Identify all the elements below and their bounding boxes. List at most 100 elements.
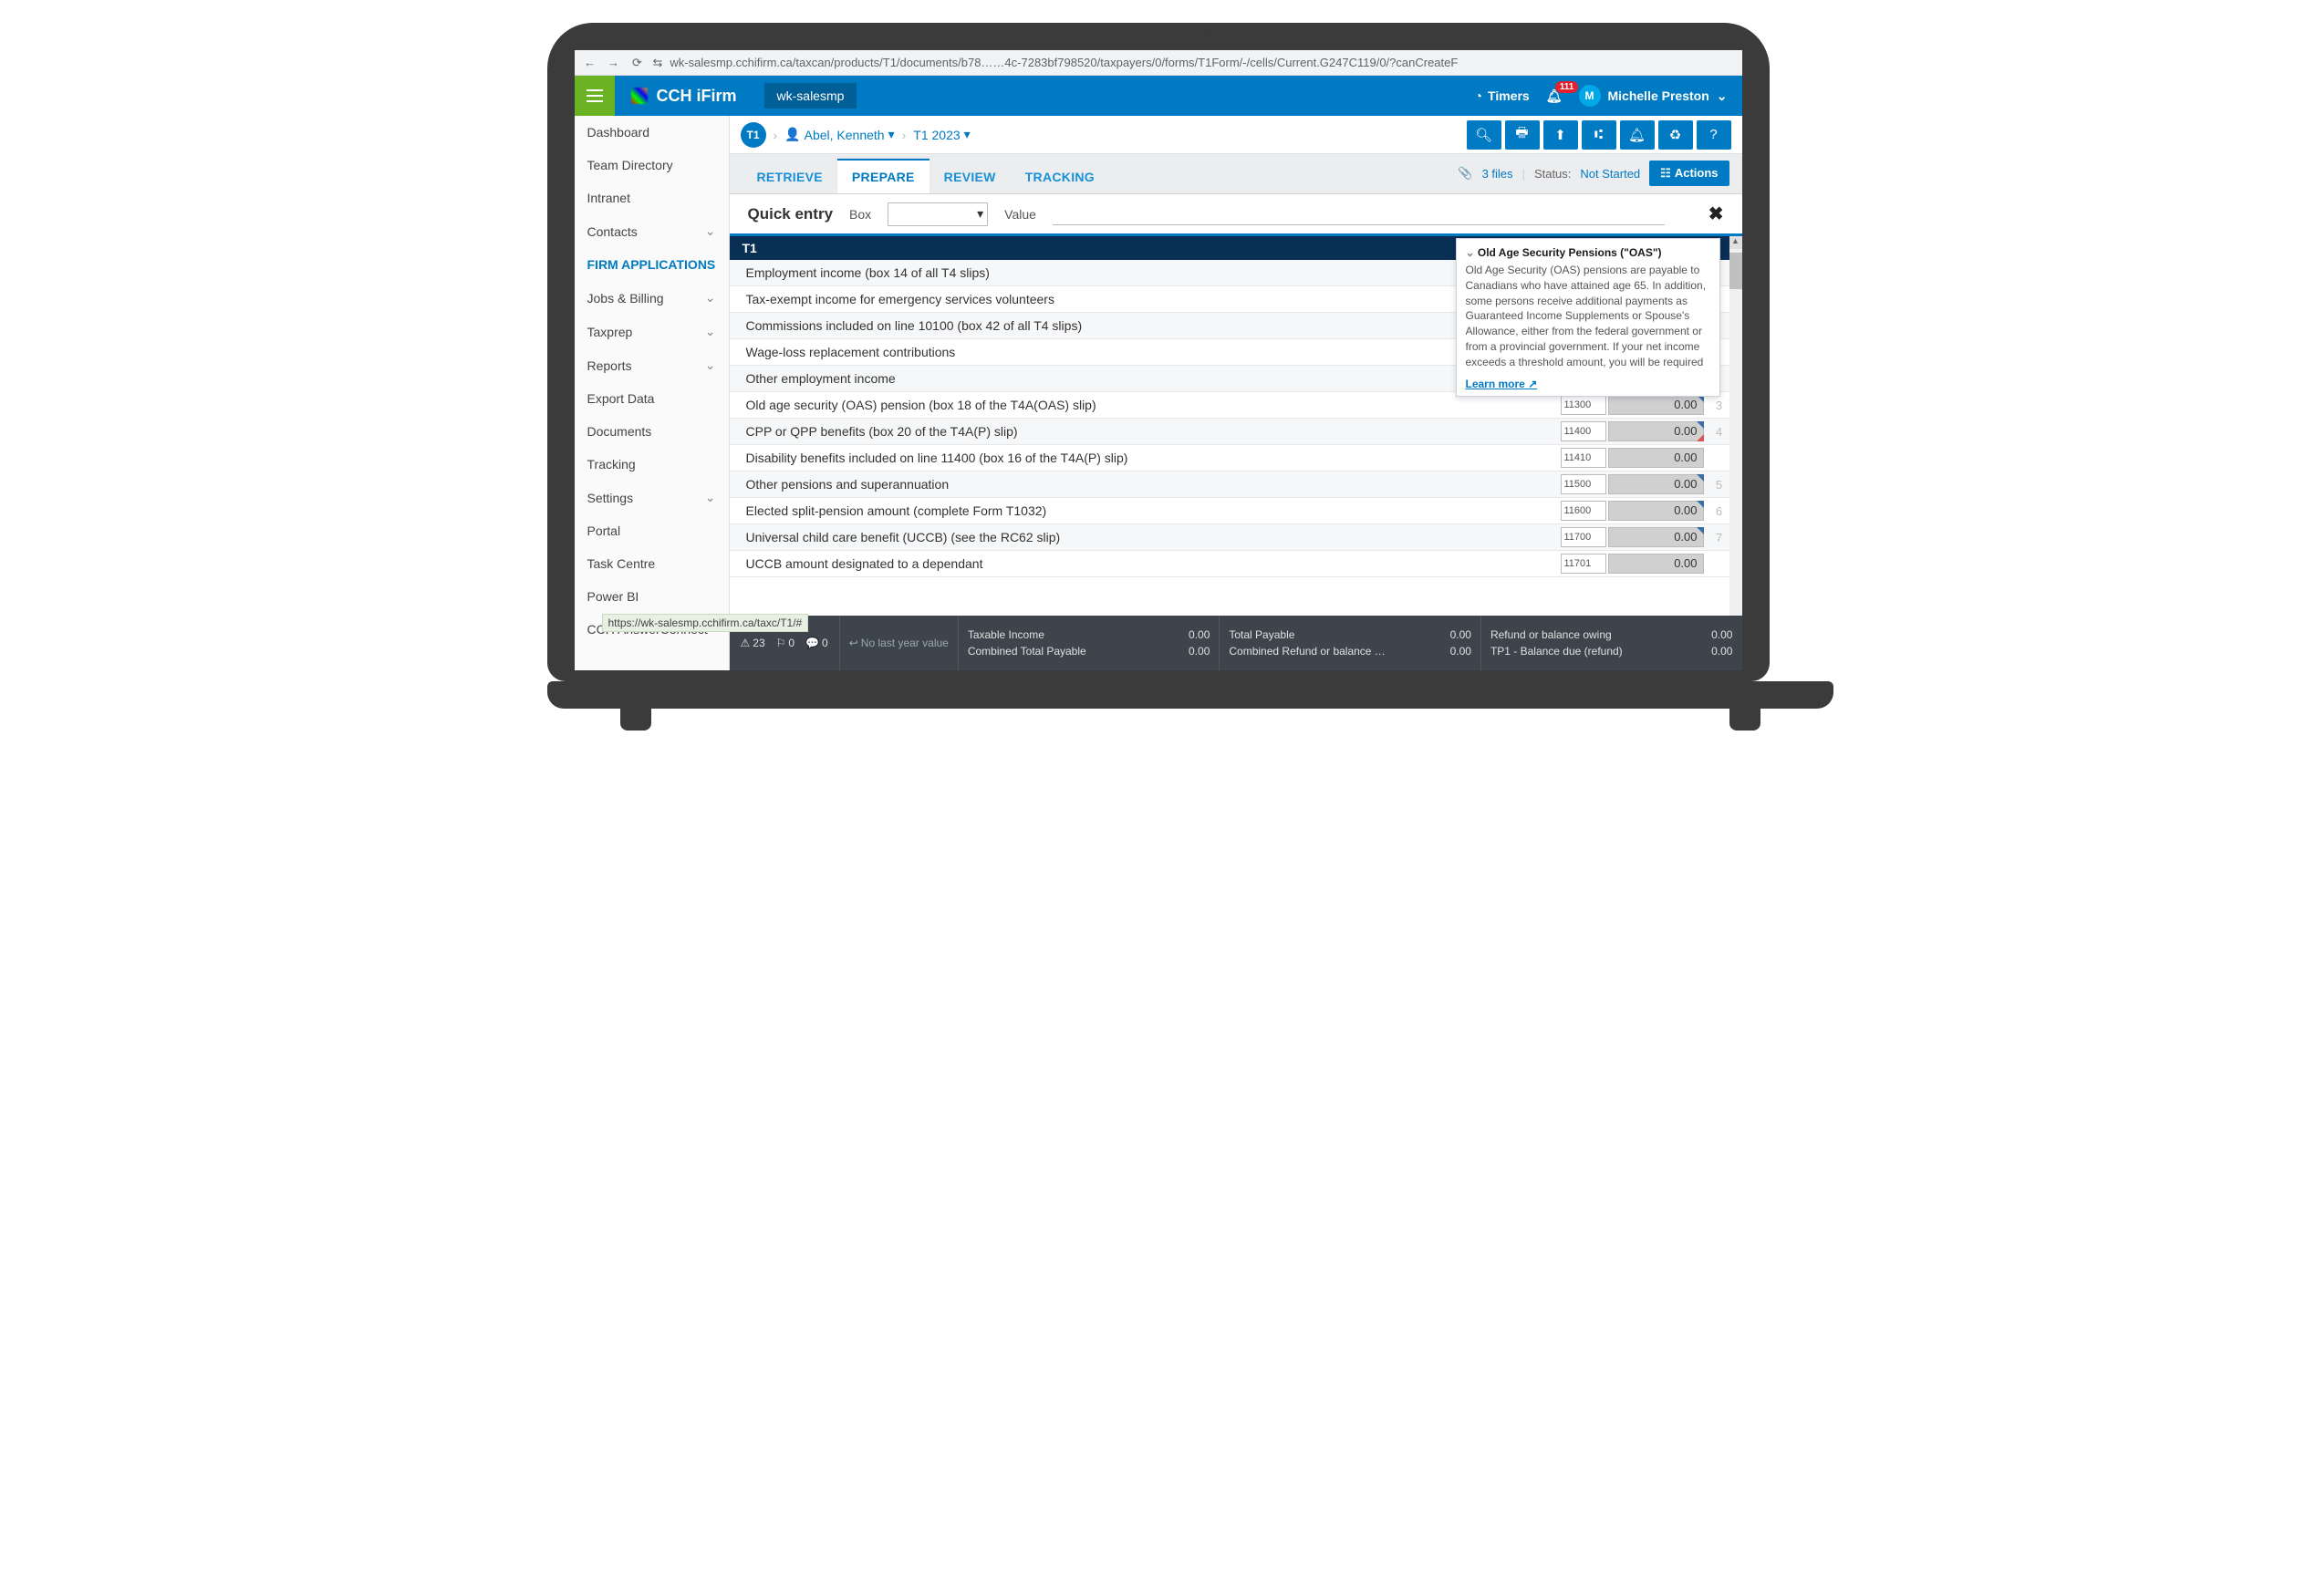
close-icon[interactable]: ✖ bbox=[1708, 202, 1724, 225]
amount-cell[interactable]: 0.00 bbox=[1608, 527, 1704, 547]
row-label: Other pensions and superannuation bbox=[743, 473, 1175, 495]
amount-cell[interactable]: 0.00 bbox=[1608, 421, 1704, 441]
sidebar-item-firm-applications[interactable]: FIRM APPLICATIONS bbox=[575, 248, 729, 281]
sidebar-item-intranet[interactable]: Intranet bbox=[575, 181, 729, 214]
learn-more-link[interactable]: Learn more bbox=[1466, 378, 1710, 390]
app-topbar: CCH iFirm wk-salesmp ◔ Timers 🔔︎ 111 M M… bbox=[575, 76, 1742, 116]
quick-entry-bar: Quick entry Box ▾ Value ✖ bbox=[730, 194, 1742, 236]
help-body: Old Age Security (OAS) pensions are paya… bbox=[1466, 263, 1710, 372]
sidebar-item-label: Portal bbox=[587, 523, 621, 538]
flags-counter[interactable]: ⚐ 0 bbox=[776, 637, 795, 649]
footer-metric: Combined Total Payable0.00 bbox=[968, 645, 1210, 658]
row-seq: 3 bbox=[1709, 399, 1729, 412]
sidebar: Dashboard Team Directory Intranet Contacts F… bbox=[575, 116, 730, 670]
quick-entry-title: Quick entry bbox=[748, 205, 834, 223]
sidebar-item-contacts[interactable]: Contacts bbox=[575, 214, 729, 248]
status-value[interactable]: Not Started bbox=[1580, 167, 1640, 181]
chevron-down-icon: ▾ bbox=[964, 127, 971, 142]
amount-cell[interactable]: 0.00 bbox=[1608, 501, 1704, 521]
footer-metric: Taxable Income0.00 bbox=[968, 628, 1210, 641]
notifications-button[interactable]: 🔔︎ 111 bbox=[1546, 88, 1563, 104]
row-label: UCCB amount designated to a dependant bbox=[743, 553, 1561, 575]
tab-review[interactable]: REVIEW bbox=[930, 161, 1011, 193]
hamburger-menu-icon[interactable] bbox=[575, 76, 615, 116]
line-code: 11700 bbox=[1561, 527, 1606, 547]
tab-retrieve[interactable]: RETRIEVE bbox=[743, 161, 837, 193]
search-button[interactable]: 🔍︎ bbox=[1467, 120, 1501, 150]
footer-metric-value: 0.00 bbox=[1189, 645, 1210, 658]
print-button[interactable]: 🖶 bbox=[1505, 120, 1540, 150]
list-icon: ☷ bbox=[1660, 166, 1671, 181]
amount-cell[interactable]: 0.00 bbox=[1608, 554, 1704, 574]
alerts-button[interactable]: 🔔︎ bbox=[1620, 120, 1655, 150]
chevron-right-icon: › bbox=[774, 128, 778, 142]
attachment-icon[interactable]: 📎 bbox=[1458, 166, 1472, 181]
scrollbar[interactable]: ▲ bbox=[1729, 236, 1742, 616]
sidebar-item-export-data[interactable]: Export Data bbox=[575, 382, 729, 415]
app-brand: CCH iFirm bbox=[615, 87, 753, 106]
tenant-chip[interactable]: wk-salesmp bbox=[764, 83, 857, 109]
breadcrumb-year[interactable]: T1 2023 ▾ bbox=[913, 127, 970, 142]
sidebar-item-documents[interactable]: Documents bbox=[575, 415, 729, 448]
row-seq: 5 bbox=[1709, 478, 1729, 492]
quick-entry-value-input[interactable] bbox=[1053, 203, 1665, 225]
row-label: CPP or QPP benefits (box 20 of the T4A(P… bbox=[743, 420, 1175, 442]
chevron-down-icon: ⌄ bbox=[1717, 88, 1728, 104]
amount-cell[interactable]: 0.00 bbox=[1608, 474, 1704, 494]
browser-back-icon[interactable]: ← bbox=[582, 56, 598, 69]
return-type-badge: T1 bbox=[741, 122, 766, 148]
sidebar-item-settings[interactable]: Settings bbox=[575, 481, 729, 514]
comments-counter[interactable]: 💬 0 bbox=[805, 637, 828, 649]
file-count[interactable]: 3 files bbox=[1482, 167, 1513, 181]
row-seq: 6 bbox=[1709, 504, 1729, 518]
recycle-button[interactable]: ♻ bbox=[1658, 120, 1693, 150]
quick-entry-box-select[interactable]: ▾ bbox=[888, 202, 988, 226]
sidebar-item-team-directory[interactable]: Team Directory bbox=[575, 149, 729, 181]
sidebar-item-label: Intranet bbox=[587, 191, 630, 205]
user-menu[interactable]: M Michelle Preston ⌄ bbox=[1579, 85, 1728, 107]
sidebar-item-taxprep[interactable]: Taxprep bbox=[575, 315, 729, 348]
site-info-icon[interactable]: ⇆ bbox=[653, 56, 663, 70]
footer-column: Total Payable0.00Combined Refund or bala… bbox=[1219, 616, 1480, 670]
footer-column: Taxable Income0.00 Combined Total Payable… bbox=[958, 616, 1220, 670]
sidebar-item-dashboard[interactable]: Dashboard bbox=[575, 116, 729, 149]
sidebar-item-label: Tracking bbox=[587, 457, 636, 472]
no-last-year-indicator: ↩ No last year value bbox=[840, 637, 958, 649]
sidebar-item-task-centre[interactable]: Task Centre bbox=[575, 547, 729, 580]
browser-url[interactable]: wk-salesmp.cchifirm.ca/taxcan/products/T… bbox=[670, 56, 1458, 69]
form-area: T1 Employment income (box 14 of all T4 s… bbox=[730, 236, 1742, 616]
sidebar-item-reports[interactable]: Reports bbox=[575, 348, 729, 382]
sidebar-item-jobs-billing[interactable]: Jobs & Billing bbox=[575, 281, 729, 315]
browser-reload-icon[interactable]: ⟳ bbox=[629, 56, 646, 70]
timers-button[interactable]: ◔ Timers bbox=[1475, 88, 1530, 103]
amount-cell[interactable]: 0.00 bbox=[1608, 395, 1704, 415]
row-label: Universal child care benefit (UCCB) (see… bbox=[743, 526, 1175, 548]
actions-button[interactable]: ☷ Actions bbox=[1649, 161, 1729, 186]
tab-tracking[interactable]: TRACKING bbox=[1011, 161, 1109, 193]
help-title: Old Age Security Pensions ("OAS") bbox=[1466, 246, 1710, 259]
breadcrumb-client[interactable]: 👤 Abel, Kenneth ▾ bbox=[784, 127, 894, 142]
footer-metric-value: 0.00 bbox=[1450, 645, 1471, 658]
amount-cell[interactable]: 0.00 bbox=[1608, 448, 1704, 468]
help-button[interactable]: ? bbox=[1697, 120, 1731, 150]
sidebar-item-label: Contacts bbox=[587, 224, 638, 239]
row-label: Commissions included on line 10100 (box … bbox=[743, 315, 1561, 337]
browser-forward-icon[interactable]: → bbox=[606, 56, 622, 69]
footer-metric-value: 0.00 bbox=[1711, 645, 1732, 658]
diagnostics-counter[interactable]: ⚠ 23 bbox=[741, 637, 765, 649]
chevron-right-icon: › bbox=[902, 128, 907, 142]
sidebar-item-power-bi[interactable]: Power BI bbox=[575, 580, 729, 613]
share-button[interactable]: ⑆ bbox=[1582, 120, 1616, 150]
footer-metric-label: Refund or balance owing bbox=[1490, 628, 1612, 641]
sidebar-item-tracking[interactable]: Tracking bbox=[575, 448, 729, 481]
scrollbar-thumb[interactable] bbox=[1729, 253, 1742, 289]
sidebar-item-portal[interactable]: Portal bbox=[575, 514, 729, 547]
sidebar-item-label: Team Directory bbox=[587, 158, 673, 172]
breadcrumb: T1 › 👤 Abel, Kenneth ▾ › T1 2023 ▾ bbox=[730, 116, 1742, 154]
footer-metric: Total Payable0.00 bbox=[1229, 628, 1471, 641]
tab-prepare[interactable]: PREPARE bbox=[837, 159, 930, 193]
clock-icon: ◔ bbox=[1475, 88, 1482, 103]
upload-button[interactable]: ⬆ bbox=[1543, 120, 1578, 150]
tabs-row: RETRIEVE PREPARE REVIEW TRACKING 📎 3 fil… bbox=[730, 154, 1742, 194]
scroll-up-icon[interactable]: ▲ bbox=[1729, 236, 1742, 249]
